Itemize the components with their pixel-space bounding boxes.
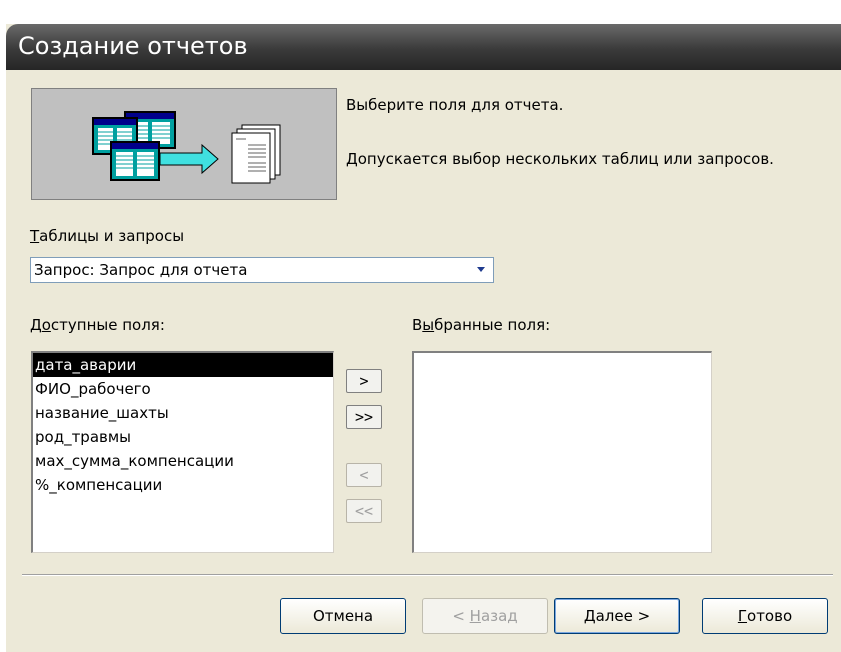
selected-fields-label: Выбранные поля:	[412, 316, 551, 334]
instruction-text: Выберите поля для отчета.	[346, 96, 564, 114]
window-title: Создание отчетов	[18, 32, 248, 60]
list-item[interactable]: мах_сумма_компенсации	[33, 449, 333, 473]
report-wizard-dialog: Создание отчетов Выберите поля для отчет…	[6, 24, 841, 652]
tables-queries-label: Таблицы и запросы	[30, 227, 185, 245]
remove-field-button[interactable]: <	[346, 463, 382, 487]
combobox-value: Запрос: Запрос для отчета	[34, 261, 248, 279]
list-item[interactable]: %_компенсации	[33, 473, 333, 497]
finish-button[interactable]: Готово	[702, 598, 828, 634]
list-item[interactable]: род_травмы	[33, 425, 333, 449]
wizard-illustration	[31, 88, 337, 200]
available-fields-label: Доступные поля:	[30, 316, 165, 334]
instruction-subtext: Допускается выбор нескольких таблиц или …	[346, 150, 774, 168]
footer-divider	[22, 574, 833, 576]
remove-all-fields-button[interactable]: <<	[346, 499, 382, 523]
cancel-button[interactable]: Отмена	[280, 598, 406, 634]
tables-queries-combobox[interactable]: Запрос: Запрос для отчета	[30, 257, 494, 283]
tables-to-report-icon	[92, 111, 281, 184]
list-item[interactable]: название_шахты	[33, 401, 333, 425]
title-bar[interactable]: Создание отчетов	[6, 24, 841, 70]
selected-fields-list[interactable]	[412, 351, 712, 553]
list-item[interactable]: дата_аварии	[33, 353, 333, 377]
list-item[interactable]: ФИО_рабочего	[33, 377, 333, 401]
back-button[interactable]: < Назад	[422, 598, 548, 634]
available-fields-list[interactable]: дата_аварии ФИО_рабочего название_шахты …	[31, 351, 334, 553]
add-field-button[interactable]: >	[346, 369, 382, 393]
next-button[interactable]: Далее >	[554, 598, 680, 634]
add-all-fields-button[interactable]: >>	[346, 405, 382, 429]
chevron-down-icon[interactable]	[470, 259, 492, 281]
